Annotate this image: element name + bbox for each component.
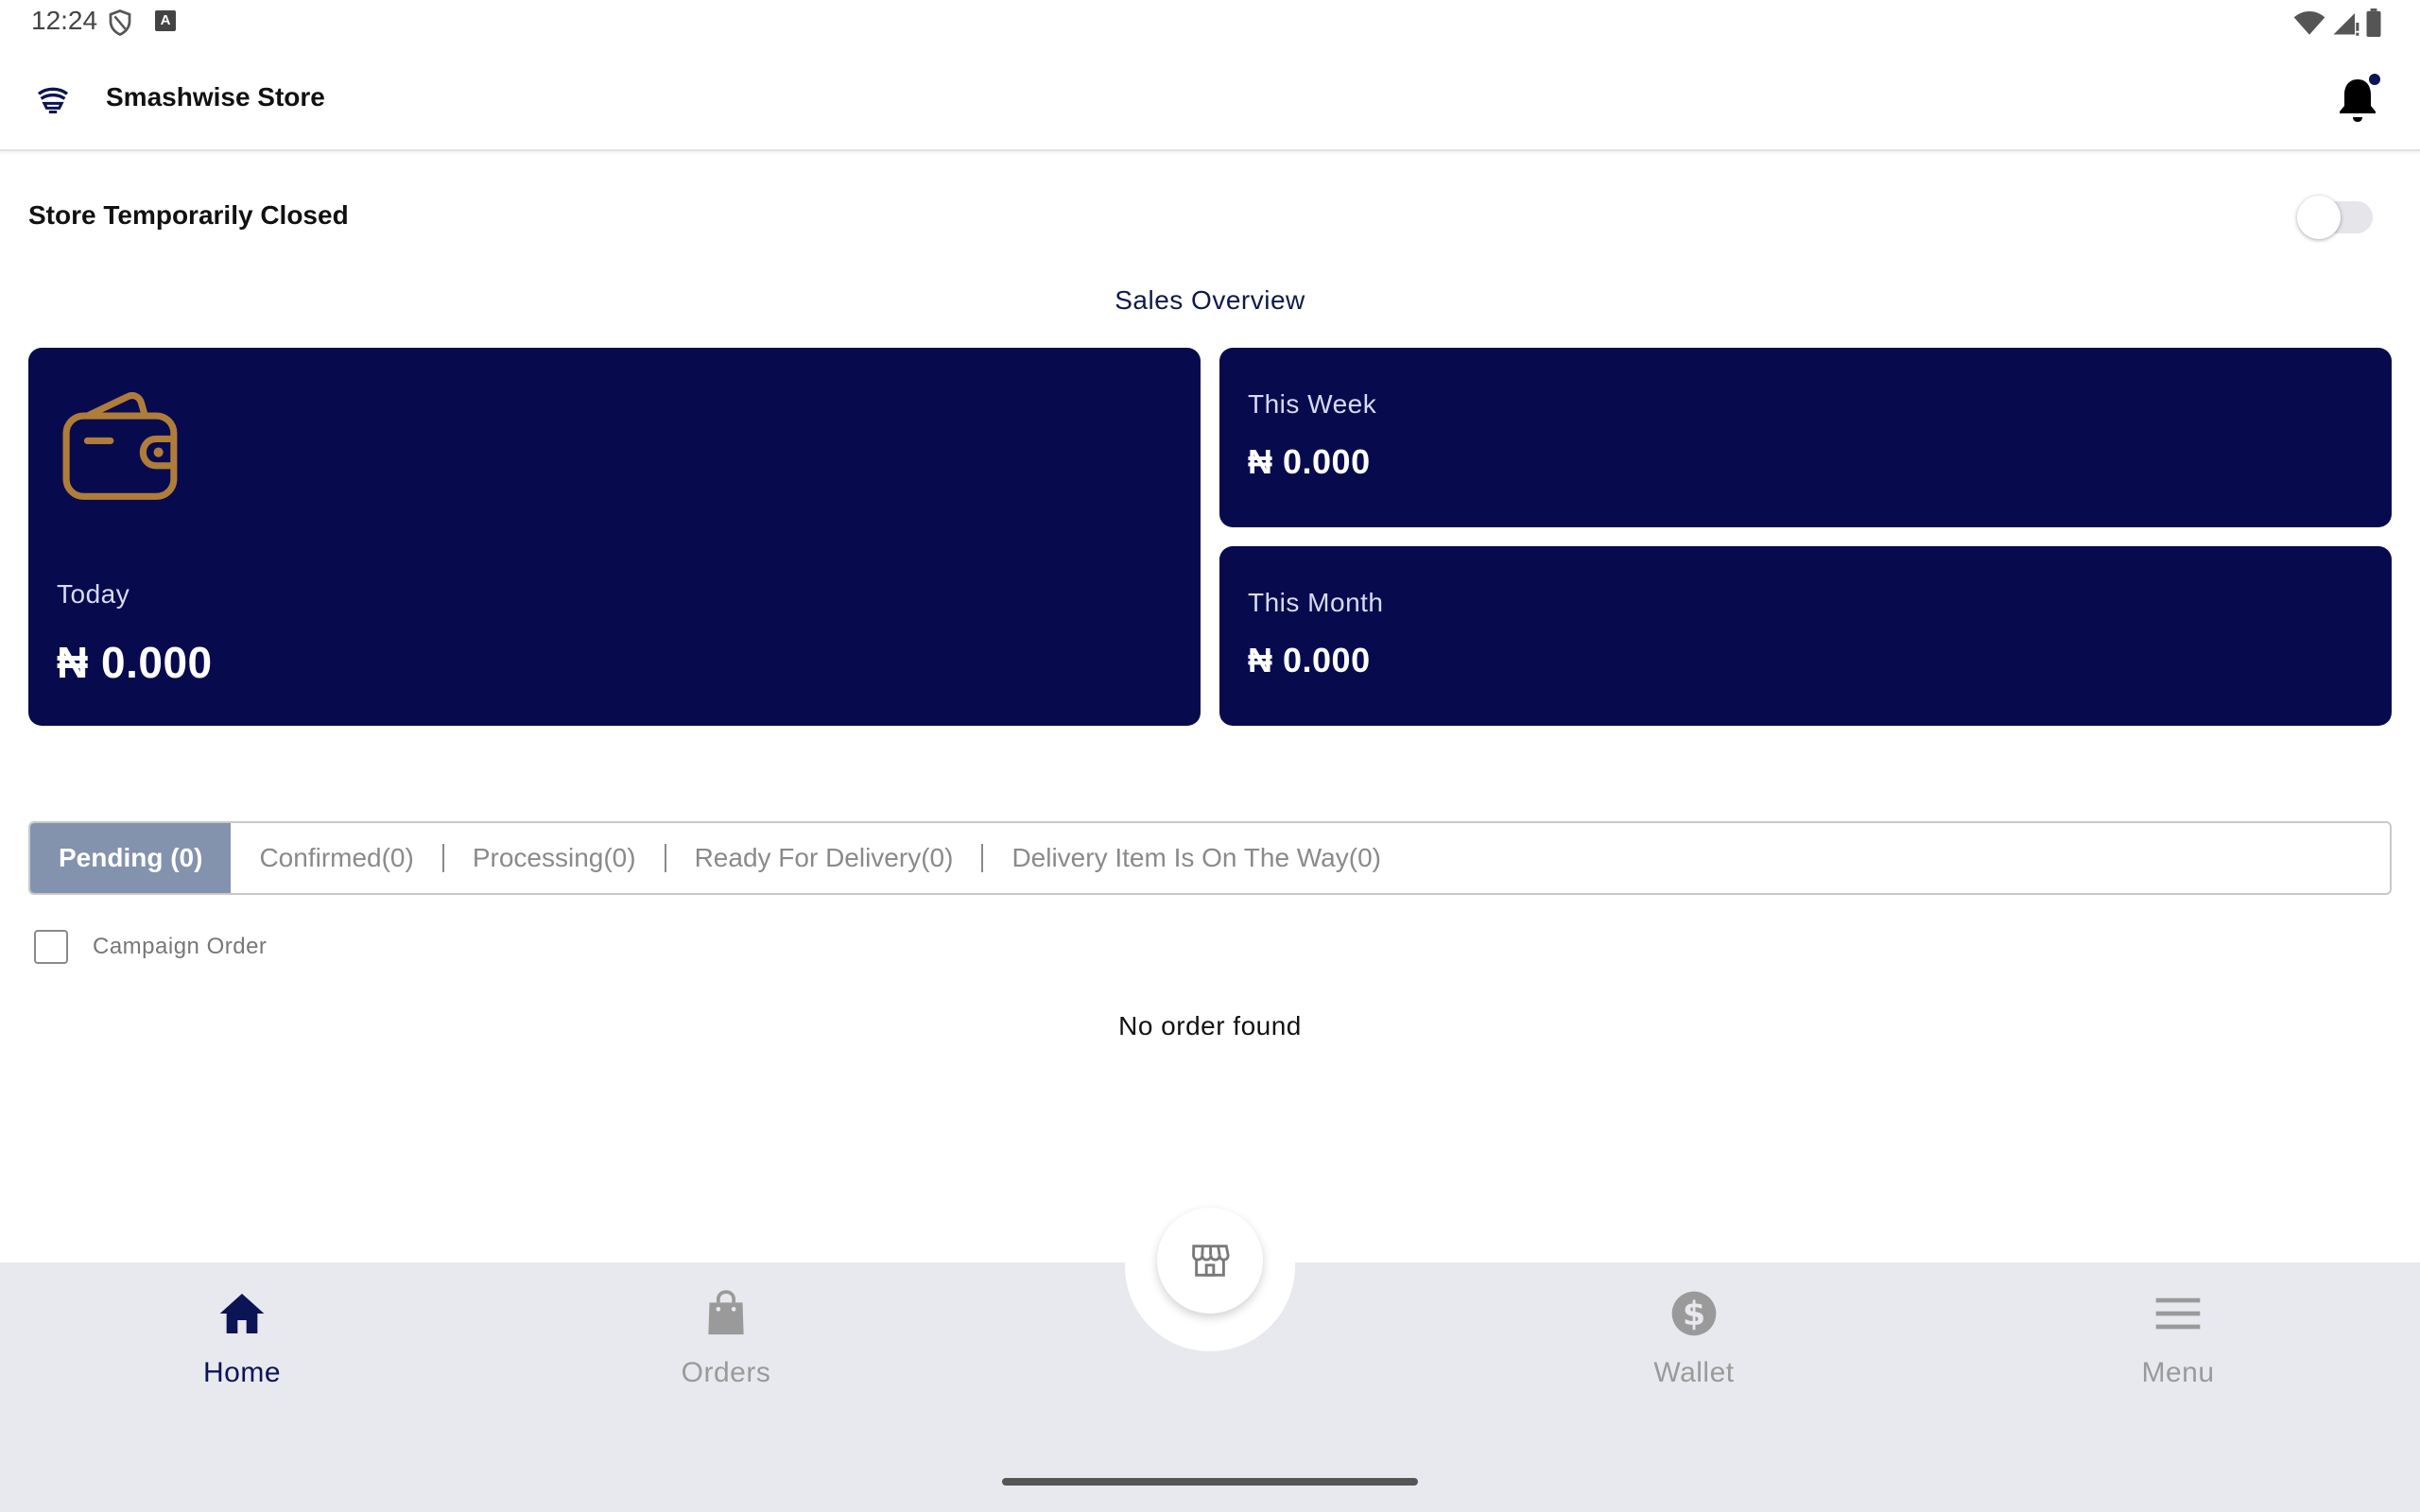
month-label: This Month bbox=[1248, 588, 1384, 617]
wifi-icon bbox=[2293, 10, 2325, 35]
status-bar: 12:24 A bbox=[0, 0, 2420, 47]
shield-icon bbox=[109, 9, 131, 37]
home-icon bbox=[219, 1294, 265, 1333]
month-sales-card: This Month ₦ 0.000 bbox=[1219, 546, 2392, 726]
order-status-tabs: Pending (0) Confirmed(0) Processing(0) R… bbox=[28, 821, 2392, 895]
app-header: Smashwise Store bbox=[0, 47, 2420, 151]
nav-home-label: Home bbox=[202, 1357, 282, 1388]
storefront-icon bbox=[1192, 1245, 1230, 1277]
status-icons bbox=[2293, 8, 2382, 38]
month-value: ₦ 0.000 bbox=[1248, 641, 1371, 679]
nav-wallet-label: Wallet bbox=[1653, 1357, 1735, 1388]
nav-orders-label: Orders bbox=[681, 1357, 771, 1388]
store-closed-label: Store Temporarily Closed bbox=[28, 200, 349, 230]
tab-confirmed[interactable]: Confirmed(0) bbox=[231, 823, 441, 893]
today-value: ₦ 0.000 bbox=[57, 638, 213, 687]
store-logo-icon bbox=[37, 87, 69, 113]
notification-dot bbox=[2366, 72, 2383, 88]
wallet-icon bbox=[62, 391, 178, 500]
nav-home[interactable]: Home bbox=[129, 1287, 355, 1389]
nav-menu-label: Menu bbox=[2141, 1357, 2215, 1388]
battery-icon bbox=[2366, 9, 2381, 37]
dollar-icon: $ bbox=[1671, 1291, 1717, 1336]
week-value: ₦ 0.000 bbox=[1248, 442, 1371, 481]
tab-ready-for-delivery[interactable]: Ready For Delivery(0) bbox=[666, 823, 982, 893]
week-label: This Week bbox=[1248, 389, 1377, 419]
week-sales-card: This Week ₦ 0.000 bbox=[1219, 348, 2392, 527]
menu-icon bbox=[2155, 1297, 2201, 1330]
empty-state-text: No order found bbox=[1118, 1011, 1302, 1040]
today-sales-card: Today ₦ 0.000 bbox=[28, 348, 1201, 726]
status-time: 12:24 bbox=[31, 6, 98, 35]
tab-on-the-way[interactable]: Delivery Item Is On The Way(0) bbox=[983, 823, 1409, 893]
tab-processing[interactable]: Processing(0) bbox=[444, 823, 665, 893]
bell-icon[interactable] bbox=[2335, 72, 2384, 125]
home-indicator[interactable] bbox=[1002, 1478, 1418, 1486]
app-title: Smashwise Store bbox=[106, 82, 325, 112]
tab-pending[interactable]: Pending (0) bbox=[30, 823, 232, 893]
nav-menu[interactable]: Menu bbox=[2065, 1287, 2291, 1389]
signal-icon bbox=[2333, 13, 2360, 36]
nav-wallet[interactable]: $ Wallet bbox=[1581, 1287, 1807, 1389]
today-label: Today bbox=[57, 579, 130, 609]
campaign-order-label: Campaign Order bbox=[93, 934, 268, 959]
toggle-thumb bbox=[2297, 196, 2341, 239]
a-box-icon: A bbox=[155, 10, 176, 31]
bag-icon bbox=[708, 1290, 744, 1335]
svg-text:$: $ bbox=[1683, 1296, 1705, 1333]
campaign-order-checkbox[interactable] bbox=[34, 930, 68, 964]
store-closed-toggle[interactable] bbox=[2297, 194, 2373, 239]
sales-overview-title: Sales Overview bbox=[1115, 285, 1305, 315]
store-fab-button[interactable] bbox=[1157, 1208, 1263, 1314]
nav-orders[interactable]: Orders bbox=[613, 1287, 839, 1389]
